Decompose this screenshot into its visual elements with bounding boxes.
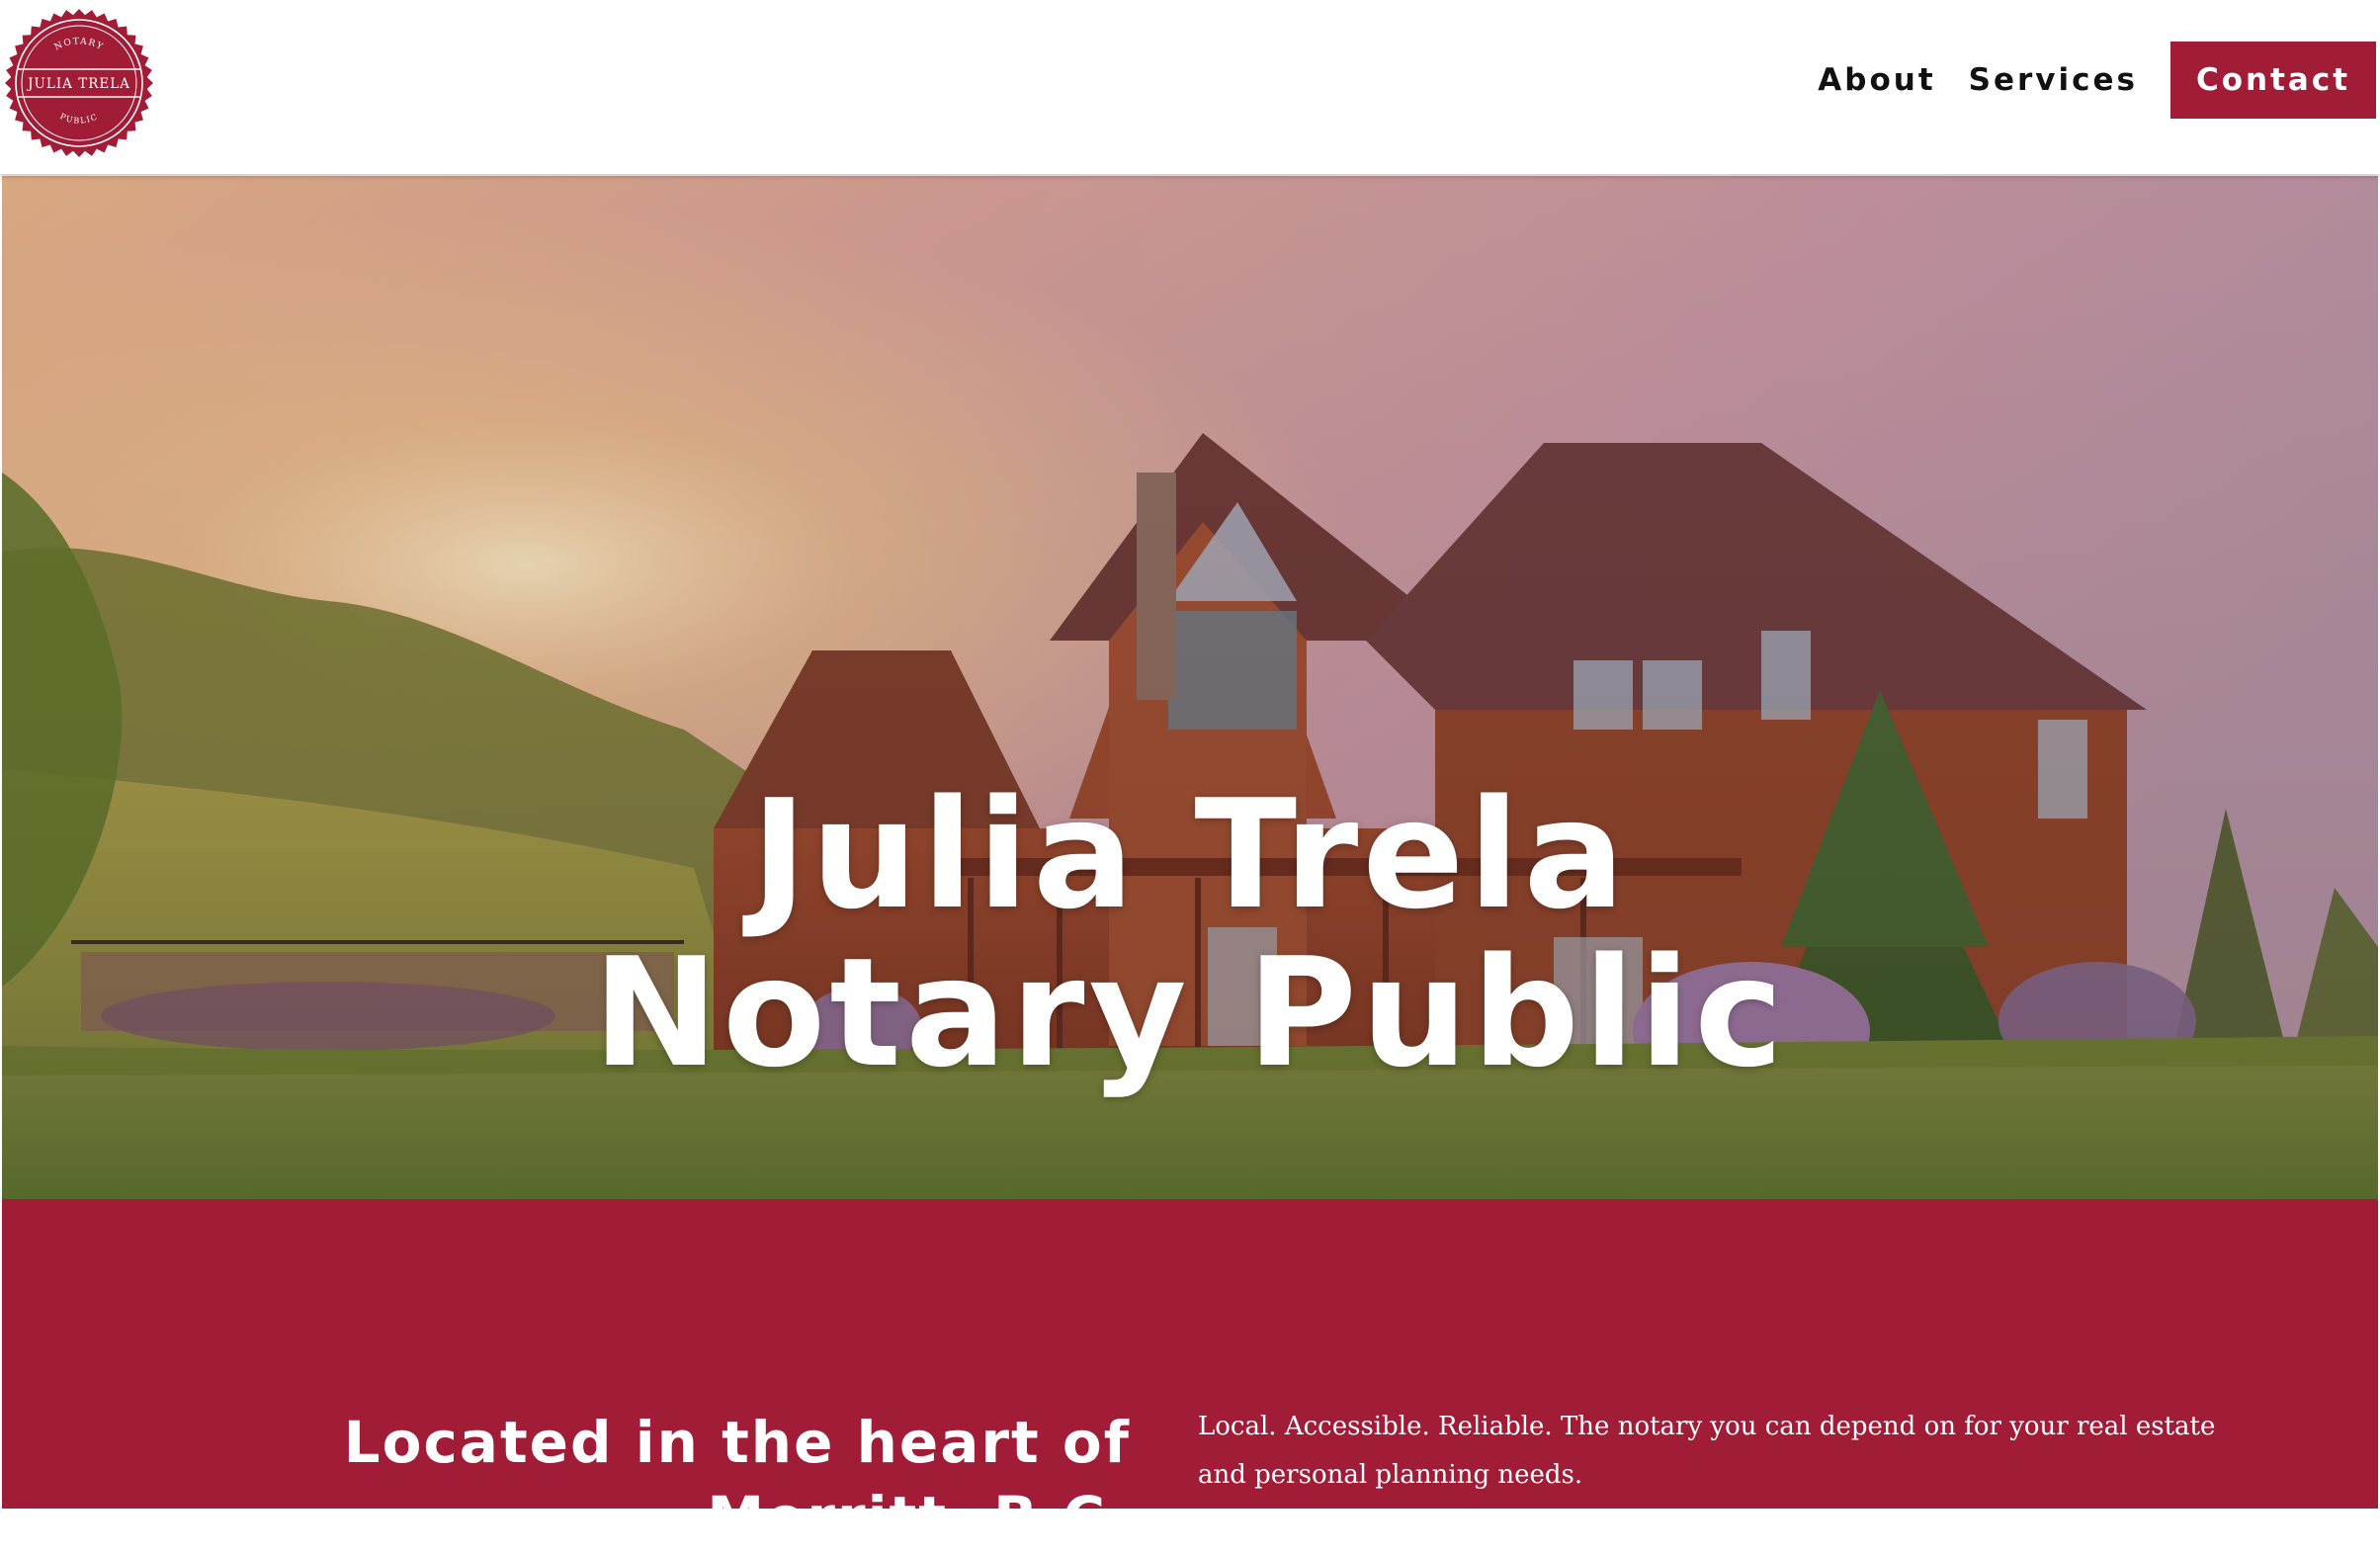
main-nav: About Services Contact [1818,42,2380,119]
intro-heading-line-1: Located in the heart of [343,1409,1131,1477]
intro-heading-line-2: Merritt, B.C. [707,1484,1131,1552]
site-header: NOTARY JULIA TRELA PUBLIC About Services… [0,0,2380,174]
nav-contact-button[interactable]: Contact [2170,42,2376,119]
hero-title-line-1: Julia Trela [750,766,1630,942]
intro-band: Located in the heart of Merritt, B.C. Lo… [2,1199,2378,1551]
logo-seal[interactable]: NOTARY JULIA TRELA PUBLIC [4,8,154,158]
intro-body-text: Local. Accessible. Reliable. The notary … [1198,1412,2216,1490]
hero-title: Julia Trela Notary Public [2,766,2378,1100]
nav-services-link[interactable]: Services [1969,62,2138,98]
notary-seal-icon: NOTARY JULIA TRELA PUBLIC [5,9,153,157]
nav-about-link[interactable]: About [1818,62,1935,98]
seal-name-text: JULIA TRELA [26,76,130,92]
intro-heading: Located in the heart of Merritt, B.C. [241,1405,1131,1555]
hero-title-line-2: Notary Public [592,924,1788,1100]
hero-section: Julia Trela Notary Public [2,176,2378,1199]
